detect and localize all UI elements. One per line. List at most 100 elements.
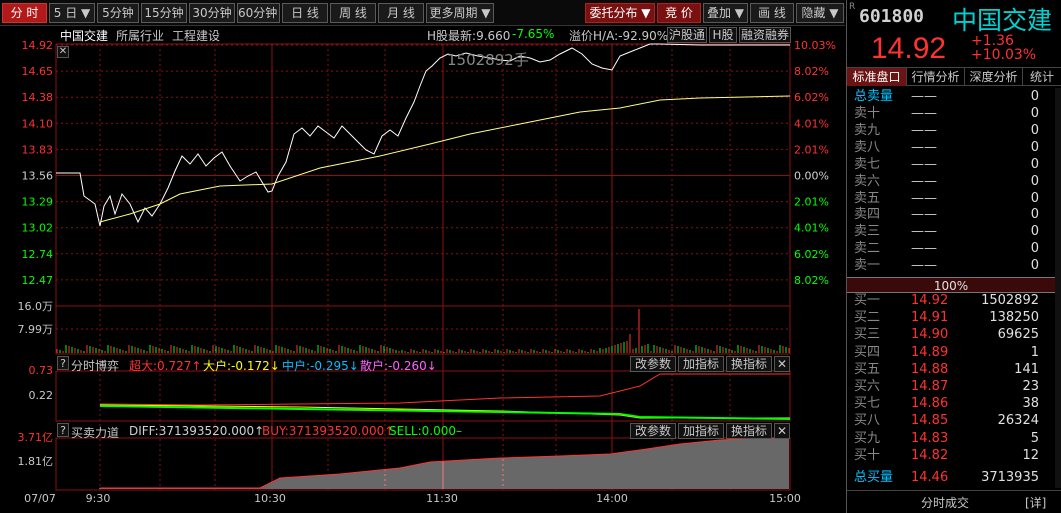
pct-tick-label: 4.01% — [794, 222, 829, 235]
bid-row[interactable]: 买十 14.82 12 — [851, 447, 1051, 464]
ask-row-label: 卖七 — [854, 156, 881, 172]
auction-button[interactable]: 竞 价 — [657, 3, 701, 23]
ask-row-price: —— — [911, 207, 937, 223]
medium-line — [99, 405, 791, 420]
ask-row-vol: 0 — [1030, 156, 1039, 172]
ask-row-label: 卖五 — [854, 190, 881, 206]
bid-row[interactable]: 买七 14.86 38 — [851, 395, 1051, 412]
chart-canvas[interactable]: 14.92 14.65 14.38 14.10 13.83 13.56 13.29 13.02… — [0, 26, 845, 513]
ask-row[interactable]: 卖十 —— 0 — [851, 105, 1051, 122]
ask-row[interactable]: 卖五 —— 0 — [851, 190, 1051, 207]
collapse-icon[interactable]: ✕ — [57, 46, 69, 58]
ask-row-price: —— — [911, 190, 937, 206]
bid-row[interactable]: 买三 14.90 69625 — [851, 326, 1051, 343]
tab-stats[interactable]: 统计 — [1023, 68, 1061, 86]
ask-row[interactable]: 卖二 —— 0 — [851, 240, 1051, 257]
hide-button[interactable]: 隐藏 ▼ — [796, 3, 844, 23]
ask-row-vol: 0 — [1030, 224, 1039, 240]
tab-monthly[interactable]: 月 线 — [378, 3, 424, 23]
ask-row[interactable]: 卖四 —— 0 — [851, 206, 1051, 223]
panel2-close-icon[interactable]: ✕ — [774, 423, 790, 439]
vertical-scrollbar[interactable] — [1055, 88, 1061, 488]
panel1-close-icon[interactable]: ✕ — [774, 356, 790, 372]
order-distribution-button[interactable]: 委托分布 ▼ — [585, 3, 655, 23]
ask-row[interactable]: 卖六 —— 0 — [851, 173, 1051, 190]
ask-row[interactable]: 卖七 —— 0 — [851, 156, 1051, 173]
bid-row-label: 买二 — [854, 310, 881, 326]
panel1-edit-params-button[interactable]: 改参数 — [630, 356, 676, 372]
ask-row-vol: 0 — [1030, 258, 1039, 274]
ask-row-price: —— — [911, 241, 937, 257]
ask-row[interactable]: 卖一 —— 0 — [851, 257, 1051, 274]
shanghai-connect-button[interactable]: 沪股通 — [667, 27, 707, 43]
bid-row-vol: 23 — [1022, 379, 1039, 394]
ask-row-price: —— — [911, 173, 937, 189]
tab-weekly[interactable]: 周 线 — [330, 3, 376, 23]
bid-row[interactable]: 买一 14.92 1502892 — [851, 292, 1051, 309]
bid-row[interactable]: 买九 14.83 5 — [851, 430, 1051, 447]
tab-intraday[interactable]: 分 时 — [2, 3, 47, 23]
sell-total-row[interactable]: 总卖量 —— 0 — [851, 88, 1051, 105]
ask-row[interactable]: 卖九 —— 0 — [851, 122, 1051, 139]
detail-link[interactable]: [详] — [1025, 494, 1046, 511]
tab-deep-analysis[interactable]: 深度分析 — [965, 68, 1023, 86]
ask-row[interactable]: 卖三 —— 0 — [851, 223, 1051, 240]
stock-code: 601800 — [859, 6, 925, 27]
tab-30min[interactable]: 30分钟 — [189, 3, 235, 23]
bid-row-price: 14.89 — [911, 344, 949, 360]
help-icon[interactable]: ? — [57, 356, 69, 370]
sector-label[interactable]: 工程建设 — [172, 27, 220, 44]
tab-daily[interactable]: 日 线 — [282, 3, 328, 23]
tab-60min[interactable]: 60分钟 ▼ — [237, 3, 280, 23]
tab-more-periods[interactable]: 更多周期 ▼ — [426, 3, 494, 23]
sell-total-row-vol: 0 — [1030, 89, 1039, 104]
time-tick-label: 14:00 — [596, 492, 628, 505]
bid-row-vol: 69625 — [997, 327, 1039, 343]
r-marker: R — [849, 2, 856, 12]
chart-stock-name: 中国交建 — [60, 29, 109, 43]
panel1-retail: 散户:-0.260↓ — [360, 359, 437, 373]
bid-row-vol: 141 — [1014, 361, 1039, 377]
tab-time-and-sales[interactable]: 分时成交 — [921, 494, 969, 511]
draw-line-button[interactable]: 画 线 — [750, 3, 794, 23]
h-share-button[interactable]: H股 — [709, 27, 737, 43]
tab-standard-book[interactable]: 标准盘口 — [847, 68, 907, 86]
panel1-add-indicator-button[interactable]: 加指标 — [678, 356, 724, 372]
pct-tick-label: 6.02% — [794, 91, 829, 104]
bid-row[interactable]: 买四 14.89 1 — [851, 344, 1051, 361]
margin-trading-button[interactable]: 融资融券 — [739, 27, 791, 43]
ask-row-vol: 0 — [1030, 190, 1039, 206]
tab-market-analysis[interactable]: 行情分析 — [907, 68, 965, 86]
bid-row-label: 买五 — [854, 361, 881, 377]
panel2-switch-indicator-button[interactable]: 换指标 — [726, 423, 772, 439]
bid-row[interactable]: 买五 14.88 141 — [851, 361, 1051, 378]
bid-row-label: 买六 — [854, 379, 881, 394]
panel2-edit-params-button[interactable]: 改参数 — [630, 423, 676, 439]
time-tick-label: 10:30 — [254, 492, 286, 505]
buy-total-row-price: 14.46 — [911, 470, 949, 485]
bid-row[interactable]: 买八 14.85 26324 — [851, 412, 1051, 429]
tab-5day[interactable]: 5 日 ▼ — [49, 3, 95, 23]
panel1-switch-indicator-button[interactable]: 换指标 — [726, 356, 772, 372]
volume-tick-label: 7.99万 — [18, 323, 54, 336]
tab-15min[interactable]: 15分钟 — [141, 3, 187, 23]
time-tick-label: 9:30 — [86, 492, 111, 505]
ask-row-label: 卖九 — [854, 122, 881, 138]
bid-ask-ratio: 100% — [847, 277, 1055, 293]
panel2-add-indicator-button[interactable]: 加指标 — [678, 423, 724, 439]
bid-row-price: 14.82 — [911, 447, 949, 463]
overlay-button[interactable]: 叠加 ▼ — [703, 3, 748, 23]
panel2-tick-label: 1.81亿 — [18, 455, 54, 468]
time-tick-label: 11:30 — [426, 492, 458, 505]
bid-row-price: 14.87 — [911, 379, 949, 394]
bid-row-price: 14.85 — [911, 413, 949, 429]
buy-total-row[interactable]: 总买量 14.46 3713935 — [851, 469, 1051, 486]
bid-row[interactable]: 买二 14.91 138250 — [851, 309, 1051, 326]
bid-row-label: 买一 — [854, 293, 881, 308]
help-icon[interactable]: ? — [57, 423, 69, 437]
industry-label[interactable]: 所属行业 — [116, 27, 164, 44]
tab-5min[interactable]: 5分钟 — [97, 3, 139, 23]
bid-row[interactable]: 买六 14.87 23 — [851, 378, 1051, 395]
ask-row[interactable]: 卖八 —— 0 — [851, 139, 1051, 156]
buy-total-row-label: 总买量 — [854, 470, 894, 485]
